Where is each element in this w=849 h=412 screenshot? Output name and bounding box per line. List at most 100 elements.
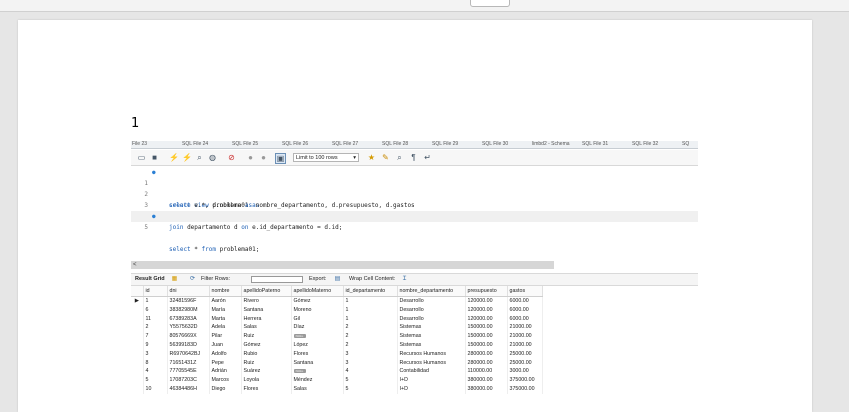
table-cell[interactable]: 4 (343, 367, 398, 377)
column-header[interactable]: dni (167, 286, 210, 297)
table-cell[interactable]: Díaz (291, 323, 344, 333)
table-cell[interactable]: 1 (343, 314, 398, 324)
table-cell[interactable]: 6000.00 (507, 314, 543, 324)
autocommit-toggle-icon[interactable]: ▣ (275, 153, 286, 164)
table-cell[interactable]: I+D (397, 376, 466, 385)
column-header[interactable]: id_departamento (343, 286, 398, 297)
table-cell[interactable]: 6 (143, 305, 168, 315)
table-cell[interactable]: 56399183D (167, 340, 210, 350)
table-cell[interactable]: Loyola (241, 376, 292, 385)
open-folder-icon[interactable]: ▭ (137, 153, 146, 162)
editor-tab[interactable]: SQL File 31 (582, 141, 608, 147)
table-cell[interactable]: 21000.00 (507, 332, 543, 341)
editor-tab[interactable]: limbd2 - Schema (532, 141, 570, 147)
table-cell[interactable]: 375000.00 (507, 384, 543, 394)
editor-tab[interactable]: SQ (682, 141, 689, 147)
table-cell[interactable]: 150000.00 (465, 340, 508, 350)
table-cell[interactable]: 3 (343, 358, 398, 368)
table-cell[interactable]: 5 (343, 384, 398, 394)
table-cell[interactable]: Marcos (209, 376, 242, 385)
table-cell[interactable]: 7 (143, 332, 168, 341)
table-cell[interactable]: Ruiz (241, 332, 292, 341)
table-cell[interactable]: 150000.00 (465, 323, 508, 333)
table-cell[interactable]: 120000.00 (465, 296, 508, 306)
editor-tab[interactable]: SQL File 30 (482, 141, 508, 147)
table-row[interactable]: 9 56399183D Juan Gómez López 2 Sistemas 150000.… (131, 340, 543, 350)
table-cell[interactable]: Diego (209, 384, 242, 394)
filter-rows-input[interactable] (251, 276, 303, 283)
table-cell[interactable]: Gil (291, 314, 344, 324)
sql-editor[interactable]: 1 ● create view problema01 as 2 select e… (131, 166, 698, 253)
toggle-error-icon[interactable]: ⊘ (227, 153, 236, 162)
table-cell[interactable]: Aarón (209, 296, 242, 306)
table-cell[interactable]: Pepe (209, 358, 242, 368)
table-cell[interactable]: López (291, 340, 344, 350)
column-header[interactable]: id (143, 286, 168, 297)
table-cell[interactable]: 80576669X (167, 332, 210, 341)
table-cell[interactable]: Contabilidad (397, 367, 466, 377)
table-cell[interactable]: 2 (343, 332, 398, 341)
column-header[interactable]: nombre (209, 286, 242, 297)
table-cell[interactable]: 77705545E (167, 367, 210, 377)
top-bar-tab[interactable] (470, 0, 510, 7)
scroll-left-icon[interactable]: < (133, 261, 137, 269)
table-cell[interactable]: 3000.00 (507, 367, 543, 377)
table-cell[interactable]: 32481596F (167, 296, 210, 306)
table-cell[interactable]: Desarrollo (397, 296, 466, 306)
table-cell[interactable]: 1 (343, 305, 398, 315)
beautify-brush-icon[interactable]: ✎ (381, 153, 390, 162)
table-cell[interactable]: 120000.00 (465, 314, 508, 324)
table-cell[interactable]: Y5575632D (167, 323, 210, 333)
table-row[interactable]: 3 R6970642BJ Adolfo Rubio Flores 3 Recursos Hu… (131, 349, 543, 359)
table-cell[interactable]: 5 (343, 376, 398, 385)
table-cell[interactable]: Santana (241, 305, 292, 315)
table-cell[interactable]: Pilar (209, 332, 242, 341)
table-cell[interactable]: Recursos Humanos (397, 349, 466, 359)
table-cell[interactable]: Adrián (209, 367, 242, 377)
table-cell[interactable]: 380000.00 (465, 384, 508, 394)
editor-tab[interactable]: SQL File 28 (382, 141, 408, 147)
table-cell[interactable]: 67389283A (167, 314, 210, 324)
explain-magnifier-icon[interactable]: ⌕ (195, 153, 204, 162)
table-cell[interactable]: Gómez (291, 296, 344, 306)
table-cell[interactable]: 9 (143, 340, 168, 350)
refresh-icon[interactable]: ⟳ (189, 276, 196, 283)
rollback-icon[interactable]: ● (259, 153, 268, 162)
table-cell[interactable]: Rivero (241, 296, 292, 306)
table-cell[interactable]: 5 (143, 376, 168, 385)
table-cell[interactable]: Salas (291, 384, 344, 394)
editor-horizontal-scrollbar[interactable]: < (131, 261, 554, 269)
table-cell[interactable]: Adela (209, 323, 242, 333)
table-cell[interactable]: 3 (143, 349, 168, 359)
table-cell[interactable]: María (209, 305, 242, 315)
table-row[interactable]: 5 17087203C Marcos Loyola Méndez 5 I+D 380000.0… (131, 376, 543, 385)
table-cell[interactable]: 375000.00 (507, 376, 543, 385)
table-cell[interactable]: Sistemas (397, 332, 466, 341)
table-cell[interactable]: NULL (291, 332, 344, 341)
table-cell[interactable]: Sistemas (397, 323, 466, 333)
wrap-lines-icon[interactable]: ↵ (423, 153, 432, 162)
table-cell[interactable]: Méndez (291, 376, 344, 385)
editor-tab[interactable]: SQL File 25 (232, 141, 258, 147)
editor-tab[interactable]: SQL File 32 (632, 141, 658, 147)
table-cell[interactable]: Juan (209, 340, 242, 350)
result-grid-tab[interactable]: Result Grid (135, 274, 165, 285)
editor-tab[interactable]: File 23 (132, 141, 147, 147)
table-cell[interactable]: 6000.00 (507, 296, 543, 306)
table-cell[interactable]: Salas (241, 323, 292, 333)
editor-tab[interactable]: SQL File 27 (332, 141, 358, 147)
wrap-cell-icon[interactable]: Ɪ (401, 276, 408, 283)
column-header[interactable]: gastos (507, 286, 543, 297)
table-cell[interactable]: 2 (143, 323, 168, 333)
table-cell[interactable]: Flores (291, 349, 344, 359)
table-cell[interactable]: Moreno (291, 305, 344, 315)
table-cell[interactable]: 11 (143, 314, 168, 324)
table-cell[interactable]: 10 (143, 384, 168, 394)
save-icon[interactable]: ■ (150, 153, 159, 162)
table-row[interactable]: 6 38382980M María Santana Moreno 1 Desarrollo 1… (131, 305, 543, 315)
table-cell[interactable]: Suárez (241, 367, 292, 377)
table-row[interactable]: 8 71651431Z Pepe Ruiz Santana 3 Recursos Human… (131, 358, 543, 368)
table-cell[interactable]: 3 (343, 349, 398, 359)
execute-current-icon[interactable]: ⚡ (182, 153, 192, 162)
table-cell[interactable]: 71651431Z (167, 358, 210, 368)
